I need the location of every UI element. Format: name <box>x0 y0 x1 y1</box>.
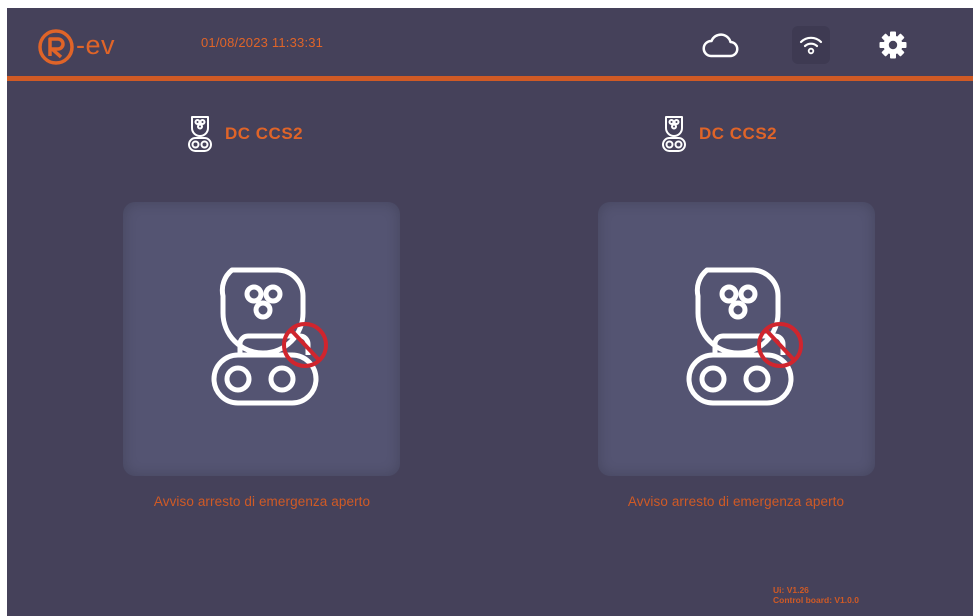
version-info: Ui: V1.26 Control board: V1.0.0 <box>773 585 859 605</box>
ccs2-plug-small-icon <box>188 116 212 152</box>
charger-screen: -ev 01/08/2023 11:33:31 DC CCS2 Avviso a… <box>7 8 973 616</box>
connector-1-header: DC CCS2 <box>187 113 303 155</box>
connector-2-alarm: Avviso arresto di emergenza aperto <box>627 494 845 509</box>
connector-2-header: DC CCS2 <box>661 113 777 155</box>
datetime: 01/08/2023 11:33:31 <box>201 35 324 50</box>
connector-2-title: DC CCS2 <box>699 124 778 143</box>
ccs2-plug-icon <box>211 267 328 406</box>
wifi-icon <box>792 26 830 64</box>
header-divider <box>7 76 973 81</box>
ui-version: Ui: V1.26 <box>773 585 809 595</box>
connector-1-title: DC CCS2 <box>225 124 304 143</box>
connector-2-card[interactable] <box>598 202 875 476</box>
ccs2-plug-small-icon <box>662 116 686 152</box>
header-bar: -ev 01/08/2023 11:33:31 <box>7 8 973 75</box>
r-logo-icon <box>38 29 74 65</box>
logo-text: -ev <box>76 29 116 60</box>
control-board-version: Control board: V1.0.0 <box>773 595 859 605</box>
cloud-icon <box>701 26 739 64</box>
ccs2-plug-icon <box>686 267 803 406</box>
connector-1-alarm: Avviso arresto di emergenza aperto <box>153 494 371 509</box>
settings-gear-icon[interactable] <box>874 26 912 64</box>
brand-logo: -ev <box>37 28 115 66</box>
connector-1-card[interactable] <box>123 202 400 476</box>
